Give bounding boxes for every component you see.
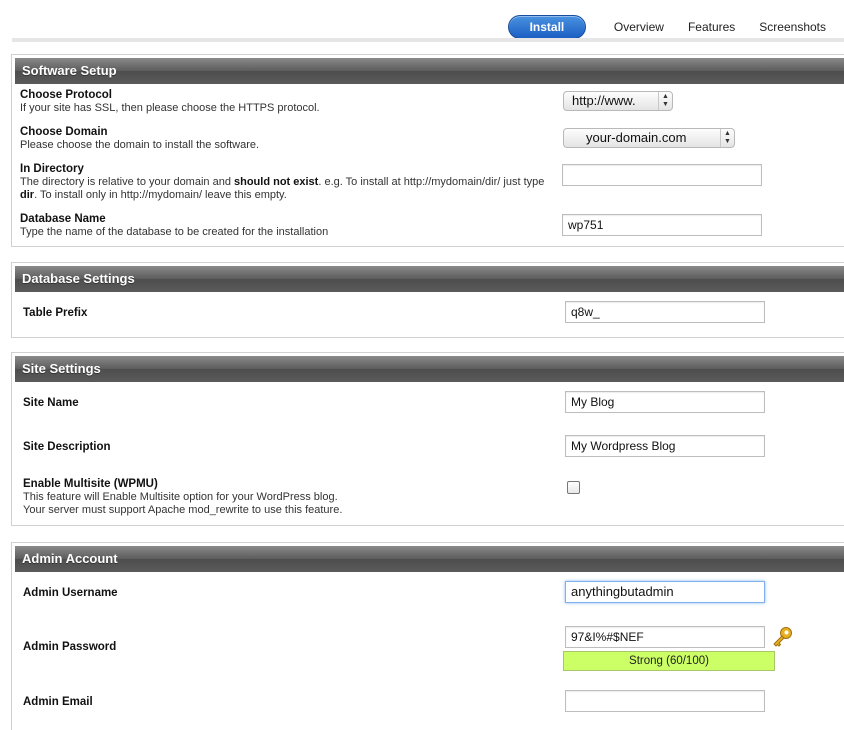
database-name-input[interactable]: wp751	[562, 214, 762, 236]
password-strength-meter: Strong (60/100)	[563, 651, 775, 671]
domain-label: Choose Domain	[20, 126, 108, 138]
admin-username-row: Admin Username	[23, 587, 118, 600]
multisite-description-line2: Your server must support Apache mod_rewr…	[23, 504, 343, 516]
multisite-description-line1: This feature will Enable Multisite optio…	[23, 491, 338, 503]
select-arrows-icon: ▲ ▼	[720, 129, 734, 147]
software-setup-panel: Software Setup Choose Protocol If your s…	[11, 54, 844, 247]
tab-bar: Install Overview Features Screenshots	[507, 15, 836, 39]
directory-description: The directory is relative to your domain…	[20, 176, 545, 201]
site-name-label: Site Name	[23, 397, 79, 409]
admin-password-label: Admin Password	[23, 641, 117, 653]
table-prefix-input[interactable]: q8w_	[565, 301, 765, 323]
admin-email-row: Admin Email	[23, 696, 93, 709]
protocol-select[interactable]: http://www. ▲ ▼	[563, 91, 673, 111]
protocol-label: Choose Protocol	[20, 89, 113, 101]
admin-username-label: Admin Username	[23, 587, 118, 599]
domain-row: Choose Domain Please choose the domain t…	[20, 126, 540, 152]
database-description: Type the name of the database to be crea…	[20, 226, 329, 238]
table-prefix-label: Table Prefix	[23, 307, 88, 319]
multisite-row: Enable Multisite (WPMU) This feature wil…	[23, 478, 543, 517]
admin-email-label: Admin Email	[23, 696, 93, 708]
table-prefix-row: Table Prefix	[23, 307, 87, 320]
domain-select-value: your-domain.com	[586, 130, 687, 145]
site-description-input[interactable]: My Wordpress Blog	[565, 435, 765, 457]
directory-label: In Directory	[20, 163, 84, 175]
site-name-input[interactable]: My Blog	[565, 391, 765, 413]
directory-row: In Directory The directory is relative t…	[20, 163, 550, 202]
multisite-checkbox[interactable]	[567, 481, 580, 494]
admin-password-row: Admin Password	[23, 641, 116, 654]
site-settings-heading: Site Settings	[15, 356, 844, 382]
tab-screenshots[interactable]: Screenshots	[759, 20, 826, 34]
admin-username-input[interactable]: anythingbutadmin	[565, 581, 765, 603]
site-name-row: Site Name	[23, 397, 79, 410]
database-settings-panel: Database Settings Table Prefix q8w_	[11, 262, 844, 338]
multisite-label: Enable Multisite (WPMU)	[23, 478, 158, 490]
software-setup-heading: Software Setup	[15, 58, 844, 84]
site-settings-panel: Site Settings Site Name My Blog Site Des…	[11, 352, 844, 526]
site-description-label: Site Description	[23, 441, 111, 453]
admin-password-input[interactable]: 97&I%#$NEF	[565, 626, 765, 648]
tab-overview[interactable]: Overview	[614, 20, 664, 34]
key-icon[interactable]	[771, 625, 795, 649]
database-label: Database Name	[20, 213, 106, 225]
select-arrows-icon: ▲ ▼	[658, 92, 672, 110]
database-settings-heading: Database Settings	[15, 266, 844, 292]
database-row: Database Name Type the name of the datab…	[20, 213, 540, 239]
nav-divider	[12, 38, 844, 42]
admin-account-panel: Admin Account Admin Username anythingbut…	[11, 542, 844, 730]
protocol-select-value: http://www.	[572, 93, 636, 108]
tab-install[interactable]: Install	[507, 15, 586, 39]
admin-account-heading: Admin Account	[15, 546, 844, 572]
domain-description: Please choose the domain to install the …	[20, 139, 260, 151]
protocol-row: Choose Protocol If your site has SSL, th…	[20, 89, 540, 115]
protocol-description: If your site has SSL, then please choose…	[20, 102, 320, 114]
site-description-row: Site Description	[23, 441, 111, 454]
tab-features[interactable]: Features	[688, 20, 735, 34]
admin-email-input[interactable]	[565, 690, 765, 712]
directory-input[interactable]	[562, 164, 762, 186]
domain-select[interactable]: your-domain.com ▲ ▼	[563, 128, 735, 148]
